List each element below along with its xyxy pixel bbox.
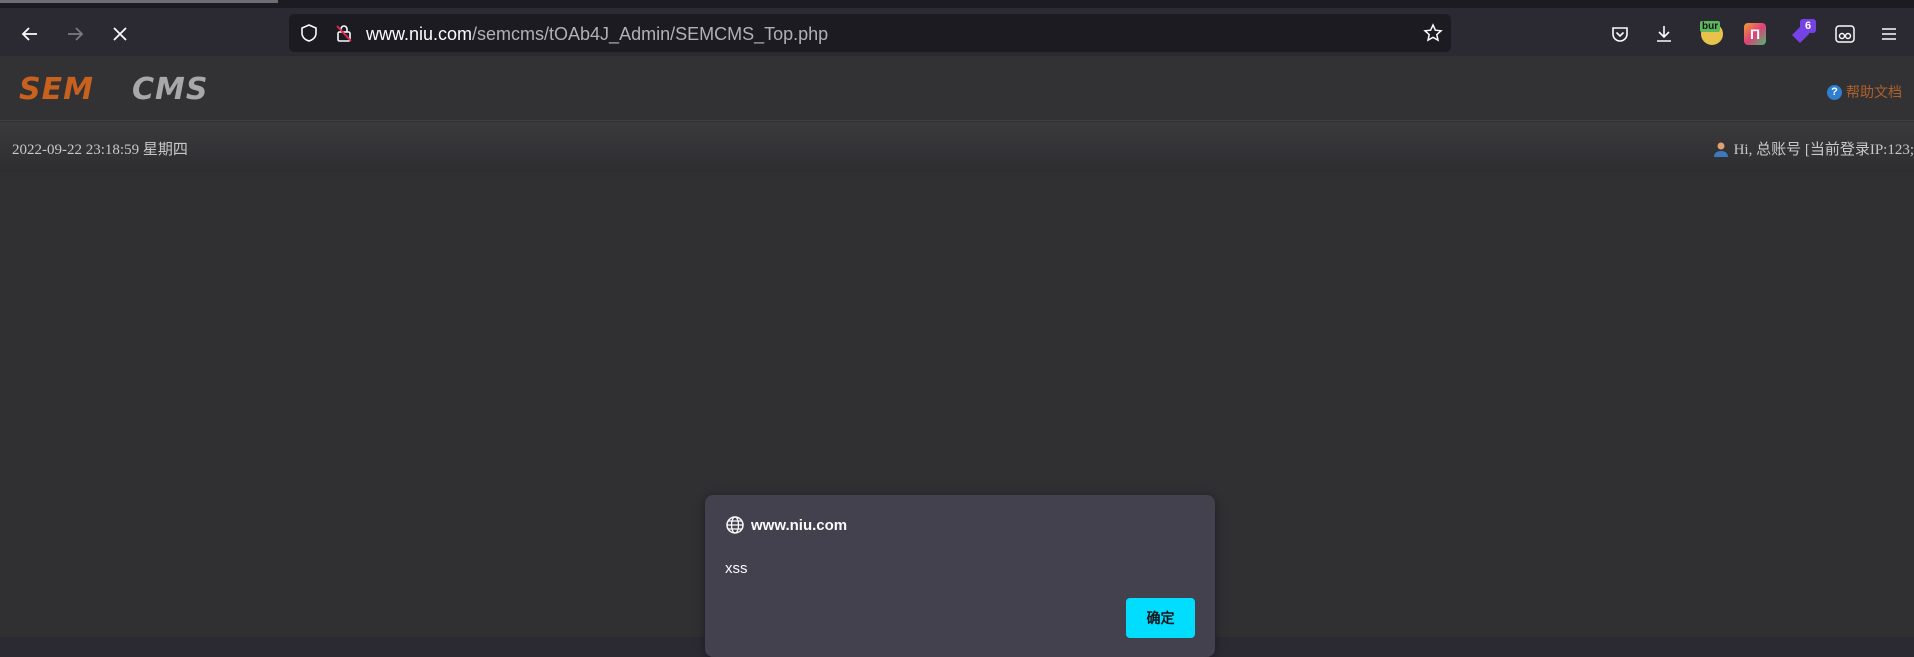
close-icon — [113, 27, 127, 41]
url-path: /semcms/tOAb4J_Admin/SEMCMS_Top.php — [472, 24, 829, 44]
alert-dialog: www.niu.com xss 确定 — [705, 495, 1215, 657]
back-arrow-icon — [21, 27, 37, 41]
semcms-logo: SEM CMS — [19, 72, 208, 104]
pocket-icon — [1612, 27, 1628, 42]
burp-extension-icon: bur — [1700, 21, 1723, 45]
tracking-shield-icon[interactable] — [299, 23, 319, 43]
globe-icon — [726, 516, 744, 534]
help-question-icon: ? — [1827, 84, 1842, 100]
url-text[interactable]: www.niu.com/semcms/tOAb4J_Admin/SEMCMS_T… — [366, 24, 828, 45]
help-label: 帮助文档 — [1846, 84, 1902, 100]
extension-tag-button[interactable]: 6 — [1786, 19, 1816, 49]
site-header: SEM CMS ? 帮助文档 — [0, 56, 1914, 121]
dialog-message: xss — [725, 560, 748, 577]
insecure-lock-icon[interactable] — [334, 23, 354, 43]
n-extension-icon: П — [1744, 23, 1766, 45]
extension-n-button[interactable]: П — [1740, 19, 1770, 49]
stop-loading-button[interactable] — [105, 19, 135, 49]
app-menu-button[interactable] — [1874, 19, 1904, 49]
pocket-button[interactable] — [1605, 19, 1635, 49]
ok-button[interactable]: 确定 — [1126, 598, 1195, 638]
logo-text-cms: CMS — [132, 72, 208, 104]
dialog-origin: www.niu.com — [751, 516, 848, 534]
forward-arrow-icon — [68, 27, 84, 41]
burp-label: bur — [1700, 21, 1721, 32]
forward-button[interactable] — [60, 19, 90, 49]
user-greeting: Hi, 总账号 [当前登录IP:123; — [1733, 142, 1914, 158]
page-content: SEM CMS ? 帮助文档 2022-09-22 23:18:59 星期四 H… — [0, 56, 1914, 657]
dialog-header: www.niu.com — [725, 515, 847, 535]
info-bar: 2022-09-22 23:18:59 星期四 Hi, 总账号 [当前登录IP:… — [0, 122, 1914, 172]
url-domain: www.niu.com — [366, 24, 473, 44]
mask-extension-icon — [1835, 25, 1855, 43]
url-bar[interactable]: www.niu.com/semcms/tOAb4J_Admin/SEMCMS_T… — [289, 14, 1451, 52]
hamburger-menu-icon — [1882, 28, 1896, 40]
downloads-button[interactable] — [1649, 19, 1679, 49]
extension-badge: 6 — [1800, 19, 1816, 33]
extension-mask-button[interactable] — [1830, 19, 1860, 49]
back-button[interactable] — [15, 19, 45, 49]
download-icon — [1657, 26, 1671, 42]
current-datetime: 2022-09-22 23:18:59 星期四 — [12, 142, 188, 158]
help-docs-link[interactable]: ? 帮助文档 — [1827, 82, 1902, 102]
active-tab-indicator[interactable] — [0, 0, 278, 3]
tab-strip — [0, 0, 1914, 8]
user-avatar-icon — [1713, 142, 1728, 157]
user-info: Hi, 总账号 [当前登录IP:123; — [1712, 138, 1914, 159]
bookmark-star-icon[interactable] — [1423, 23, 1443, 43]
browser-toolbar: www.niu.com/semcms/tOAb4J_Admin/SEMCMS_T… — [0, 8, 1914, 56]
logo-text-sem: SEM — [19, 72, 94, 104]
extension-burp-button[interactable]: bur — [1697, 19, 1727, 49]
